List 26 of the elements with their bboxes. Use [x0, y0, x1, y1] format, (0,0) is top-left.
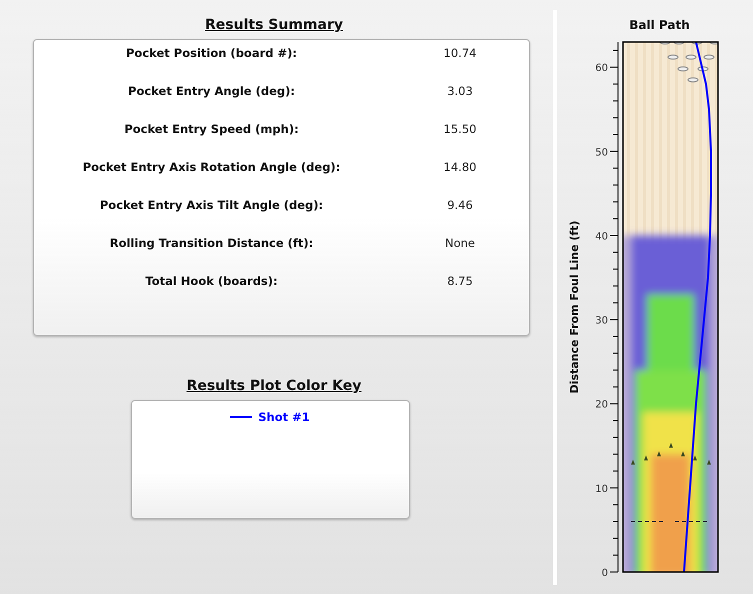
result-label: Pocket Entry Axis Tilt Angle (deg):: [100, 198, 324, 214]
result-label: Pocket Entry Speed (mph):: [124, 122, 299, 138]
section-title: Results Summary: [205, 17, 343, 33]
result-value: 10.74: [444, 46, 476, 62]
section-title: Results Plot Color Key: [186, 378, 362, 394]
result-value: 14.80: [444, 160, 476, 176]
result-label: Rolling Transition Distance (ft):: [110, 236, 314, 252]
tick-label: 50: [595, 147, 608, 158]
result-value: None: [444, 236, 475, 252]
result-value: 3.03: [447, 84, 473, 100]
result-label: Pocket Entry Angle (deg):: [128, 84, 295, 100]
axis-title: Distance From Foul Line (ft): [568, 220, 581, 394]
result-label: Total Hook (boards):: [145, 274, 278, 290]
result-label: Pocket Entry Axis Rotation Angle (deg):: [82, 160, 340, 176]
result-label: Pocket Position (board #):: [126, 46, 297, 62]
tick-label: 10: [595, 484, 608, 495]
tick-label: 20: [595, 400, 608, 411]
result-value: 15.50: [444, 122, 476, 138]
tick-label: 40: [595, 232, 608, 242]
tick-label: 60: [595, 63, 608, 74]
chart-title: Ball Path: [629, 18, 690, 32]
tick-label: 0: [602, 568, 608, 579]
result-value: 8.75: [447, 274, 473, 290]
tick-label: 30: [595, 316, 608, 327]
legend-label: Shot #1: [258, 410, 310, 424]
result-value: 9.46: [447, 198, 473, 214]
